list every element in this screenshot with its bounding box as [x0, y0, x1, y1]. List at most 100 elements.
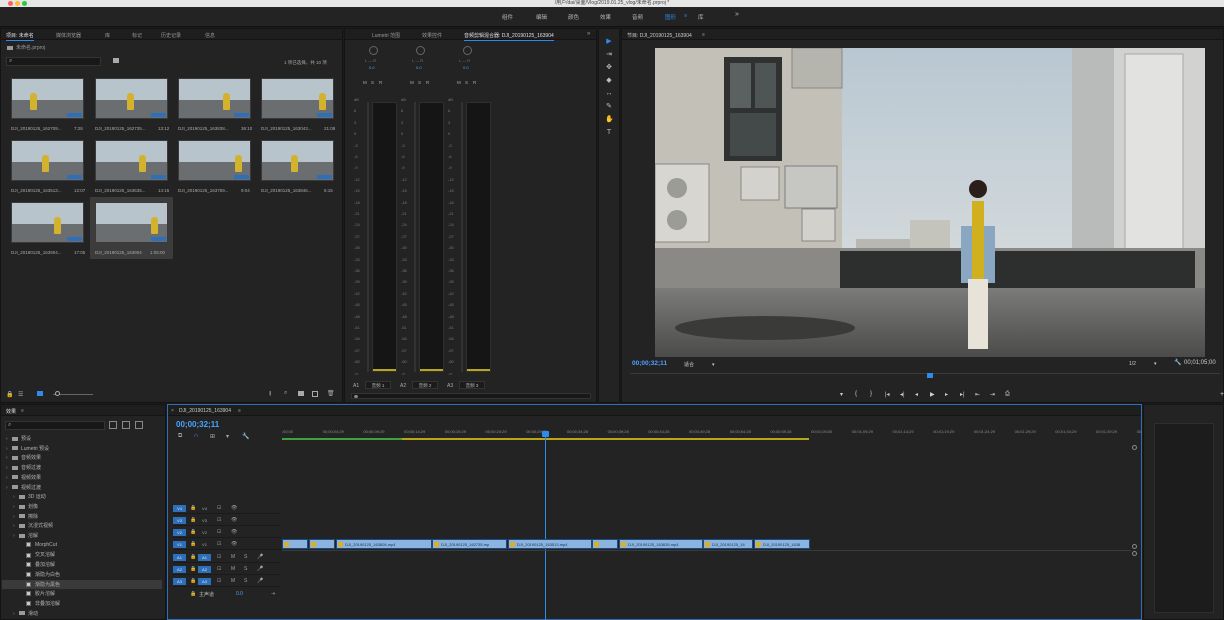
workspace-tab-audio[interactable]: 音频: [632, 13, 643, 21]
track-source-patch[interactable]: V2: [173, 529, 186, 536]
workspace-menu-icon[interactable]: ≡: [684, 13, 687, 19]
track-select-tool-icon[interactable]: ⇥: [605, 51, 613, 59]
timeline-settings-icon[interactable]: 🔧: [242, 433, 249, 440]
close-icon[interactable]: ×: [171, 408, 174, 414]
video-clip[interactable]: DJI_20190125_163608.mp4: [336, 539, 432, 549]
tab-effects[interactable]: 效果: [6, 408, 16, 416]
project-thumbnail[interactable]: [11, 140, 84, 181]
sync-lock-icon[interactable]: ⊡: [217, 578, 221, 584]
lock-icon[interactable]: 🔒: [190, 529, 196, 535]
tab-libraries[interactable]: 库: [105, 32, 110, 39]
scroll-handle-mid[interactable]: [1132, 544, 1137, 549]
track-source-patch[interactable]: V1: [173, 541, 186, 548]
slip-tool-icon[interactable]: ↔: [605, 90, 613, 98]
32bit-effects-icon[interactable]: [122, 421, 130, 429]
pan-knob-icon[interactable]: [463, 46, 472, 55]
channel-s-button[interactable]: S: [418, 80, 421, 85]
effect-tree-item[interactable]: › 预设: [6, 435, 31, 442]
pen-tool-icon[interactable]: ✎: [605, 103, 613, 111]
timeline-menu-icon[interactable]: ≡: [238, 408, 241, 414]
play-button[interactable]: ▶: [930, 391, 935, 398]
go-to-out-button[interactable]: ◂|: [900, 391, 905, 398]
channel-s-button[interactable]: S: [465, 80, 468, 85]
icon-view-icon[interactable]: [37, 391, 43, 396]
timeline-timecode[interactable]: 00;00;32;11: [176, 420, 219, 429]
track-source-patch[interactable]: A3: [173, 578, 186, 585]
video-clip[interactable]: DJI_20190125_162735.mp: [432, 539, 507, 549]
track-source-patch[interactable]: A2: [173, 566, 186, 573]
channel-m-button[interactable]: M: [363, 80, 367, 85]
video-clip[interactable]: [282, 539, 308, 549]
add-marker-button[interactable]: ▾: [840, 391, 843, 398]
project-thumbnail[interactable]: [11, 78, 84, 119]
project-thumbnail[interactable]: [178, 78, 251, 119]
mixer-scroll-thumb[interactable]: [354, 395, 358, 398]
lock-icon[interactable]: 🔒: [6, 391, 13, 398]
channel-m-button[interactable]: M: [410, 80, 414, 85]
video-clip[interactable]: DJI_20190125_163635.mp4: [619, 539, 703, 549]
channel-r-button[interactable]: R: [473, 80, 476, 85]
mute-button[interactable]: M: [231, 554, 235, 560]
lock-icon[interactable]: 🔒: [190, 591, 196, 597]
tab-markers[interactable]: 标记: [132, 32, 142, 39]
fit-dropdown[interactable]: 适合 ▾: [684, 361, 724, 368]
video-clip[interactable]: [592, 539, 618, 549]
project-search-input[interactable]: ⌕: [6, 57, 101, 66]
microphone-icon[interactable]: 🎤: [257, 578, 263, 584]
tab-history[interactable]: 历史记录: [161, 32, 181, 39]
go-to-end-icon[interactable]: ⇥: [271, 591, 275, 597]
master-track-volume[interactable]: 0.0: [236, 591, 243, 597]
tab-media-browser[interactable]: 媒体浏览器: [56, 32, 81, 39]
project-thumbnail[interactable]: [95, 78, 168, 119]
pan-value[interactable]: 0.0: [416, 65, 422, 70]
eye-icon[interactable]: 👁: [231, 505, 237, 511]
eye-icon[interactable]: 👁: [231, 517, 237, 523]
ripple-edit-tool-icon[interactable]: ✥: [605, 64, 613, 72]
tab-project[interactable]: 项目: 未命名: [6, 32, 34, 41]
tab-lumetri-scopes[interactable]: Lumetri 范围: [372, 32, 400, 39]
track-target[interactable]: A3: [198, 578, 211, 585]
project-thumbnail[interactable]: [11, 202, 84, 243]
effects-menu-icon[interactable]: ≡: [21, 408, 24, 414]
tab-sequence[interactable]: DJI_20190125_163904: [179, 408, 231, 415]
tab-audio-clip-mixer[interactable]: 音频剪辑混合器: DJI_20190125_163904: [464, 32, 554, 41]
channel-r-button[interactable]: R: [379, 80, 382, 85]
mixer-scrollbar[interactable]: [351, 393, 591, 399]
list-view-icon[interactable]: ☰: [18, 391, 23, 398]
effect-tree-item[interactable]: › 视频效果: [6, 474, 41, 481]
linked-selection-icon[interactable]: ⊞: [210, 433, 215, 440]
project-thumbnail[interactable]: [95, 140, 168, 181]
track-source-patch[interactable]: V4: [173, 505, 186, 512]
channel-name[interactable]: 音频 1: [365, 381, 391, 389]
workspace-more-button[interactable]: »: [735, 11, 739, 18]
solo-button[interactable]: S: [244, 554, 247, 560]
track-target[interactable]: V1: [198, 541, 211, 548]
program-time-ruler[interactable]: [630, 373, 1220, 382]
video-clip[interactable]: DJI_20190125_1638: [754, 539, 810, 549]
video-clip[interactable]: DJI_20190125_16: [703, 539, 753, 549]
channel-fader-track[interactable]: [461, 102, 463, 372]
mute-button[interactable]: M: [231, 566, 235, 572]
program-menu-icon[interactable]: ≡: [702, 32, 705, 38]
effects-search-input[interactable]: ⌕: [5, 421, 105, 430]
track-target[interactable]: V4: [198, 505, 211, 512]
timeline-playhead[interactable]: [542, 431, 549, 437]
workspace-tab-graphics[interactable]: 图形: [665, 13, 676, 21]
workspace-tab-assembly[interactable]: 组件: [502, 13, 513, 21]
pan-knob-icon[interactable]: [369, 46, 378, 55]
scroll-handle-mid2[interactable]: [1132, 551, 1137, 556]
lock-icon[interactable]: 🔒: [190, 541, 196, 547]
workspace-tab-effects[interactable]: 效果: [600, 13, 611, 21]
effect-tree-item[interactable]: 叠加溶解: [20, 561, 55, 568]
sync-lock-icon[interactable]: ⊡: [217, 554, 221, 560]
effect-tree-item[interactable]: › 擦除: [13, 513, 38, 520]
track-target[interactable]: V3: [198, 517, 211, 524]
mark-in-button[interactable]: {: [855, 391, 857, 397]
program-monitor-title[interactable]: 节目: DJI_20190125_163904: [627, 32, 692, 40]
effect-tree-item[interactable]: › 视频过渡: [6, 484, 41, 491]
workspace-tab-editing[interactable]: 编辑: [536, 13, 547, 21]
razor-tool-icon[interactable]: ◆: [605, 77, 613, 85]
channel-m-button[interactable]: M: [457, 80, 461, 85]
lock-icon[interactable]: 🔒: [190, 505, 196, 511]
effect-tree-item[interactable]: › 音频过渡: [6, 464, 41, 471]
